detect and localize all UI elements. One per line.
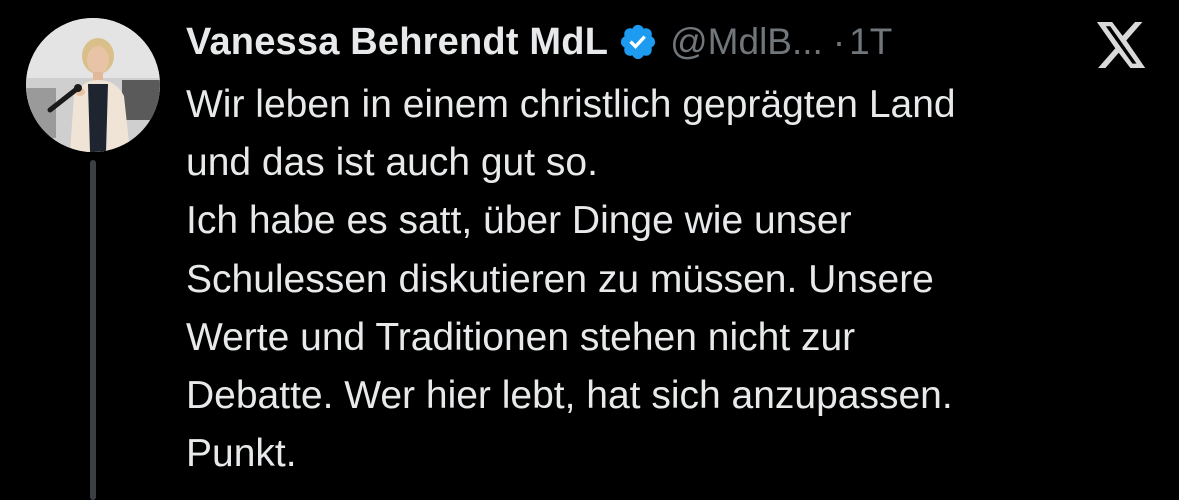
- avatar[interactable]: [26, 18, 160, 152]
- avatar-column: [26, 18, 160, 500]
- tweet-header: Vanessa Behrendt MdL @MdlB... · 1T: [186, 14, 892, 70]
- verified-badge-icon: [621, 24, 656, 60]
- tweet-text-line: Ich habe es satt, über Dinge wie unser: [186, 199, 852, 243]
- thread-line: [90, 160, 96, 500]
- tweet-text-line: Werte und Traditionen stehen nicht zur: [186, 315, 856, 359]
- author-handle[interactable]: @MdlB...: [670, 21, 823, 63]
- tweet-text: Wir leben in einem christlich geprägten …: [186, 76, 1126, 483]
- tweet-text-line: Punkt.: [186, 432, 297, 476]
- separator-dot: ·: [832, 21, 846, 62]
- tweet[interactable]: Vanessa Behrendt MdL @MdlB... · 1T Wir l…: [0, 0, 1179, 500]
- timestamp[interactable]: 1T: [849, 21, 892, 63]
- tweet-text-line: und das ist auch gut so.: [186, 141, 598, 185]
- tweet-text-line: Debatte. Wer hier lebt, hat sich anzupas…: [186, 374, 953, 418]
- tweet-text-line: Wir leben in einem christlich geprägten …: [186, 83, 956, 126]
- profile-photo: [26, 18, 160, 152]
- tweet-text-line: Schulessen diskutieren zu müssen. Unsere: [186, 257, 934, 301]
- x-logo-icon: [1096, 22, 1146, 68]
- author-name[interactable]: Vanessa Behrendt MdL: [186, 21, 608, 64]
